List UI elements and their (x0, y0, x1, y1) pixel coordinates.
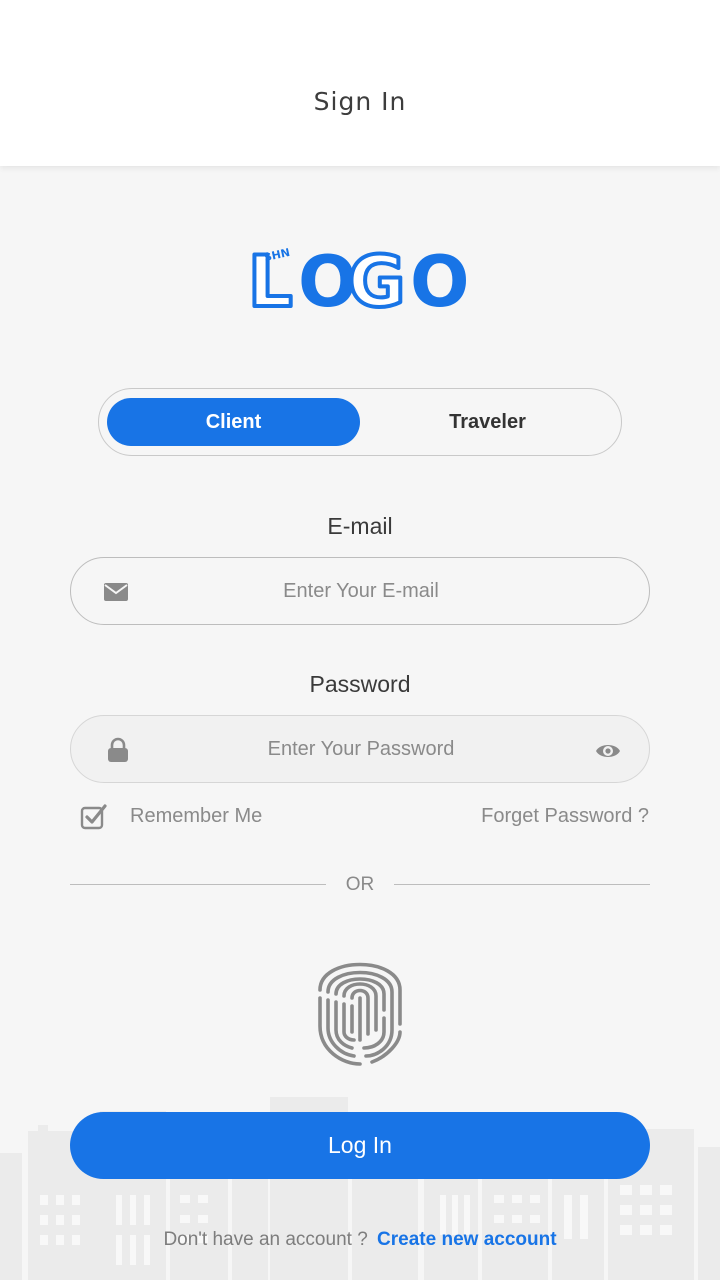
email-field (70, 557, 650, 625)
password-label: Password (309, 671, 411, 697)
checkbox-checked-icon (80, 804, 107, 830)
tab-client[interactable]: Client (107, 398, 360, 446)
create-account-link[interactable]: Create new account (377, 1229, 557, 1250)
password-input[interactable] (141, 716, 581, 782)
login-button[interactable]: Log In (70, 1112, 650, 1179)
account-type-toggle: Client Traveler (98, 388, 622, 456)
remember-me-label: Remember Me (130, 804, 263, 827)
forgot-password-link[interactable]: Forget Password ? (481, 805, 649, 828)
password-field (70, 715, 650, 783)
lock-icon (108, 737, 128, 762)
signup-prompt-row: Don't have an account ? Create new accou… (0, 1229, 720, 1251)
logo-letter-o-2: O (410, 241, 470, 316)
email-label: E-mail (327, 513, 393, 539)
or-divider-label: OR (345, 874, 375, 895)
logo-letter-g: G (348, 241, 405, 316)
email-input[interactable] (141, 558, 581, 624)
signup-prompt-text: Don't have an account ? (163, 1229, 368, 1250)
brand-logo: L O G O $HN (246, 239, 470, 316)
tab-traveler[interactable]: Traveler (361, 398, 614, 446)
divider-right (394, 884, 650, 885)
eye-icon[interactable] (595, 738, 621, 764)
page-title: Sign In (313, 86, 407, 116)
remember-me-checkbox[interactable]: Remember Me (80, 802, 262, 830)
fingerprint-icon[interactable] (312, 938, 408, 1070)
app-header: Sign In (0, 0, 720, 166)
envelope-icon (104, 583, 128, 601)
